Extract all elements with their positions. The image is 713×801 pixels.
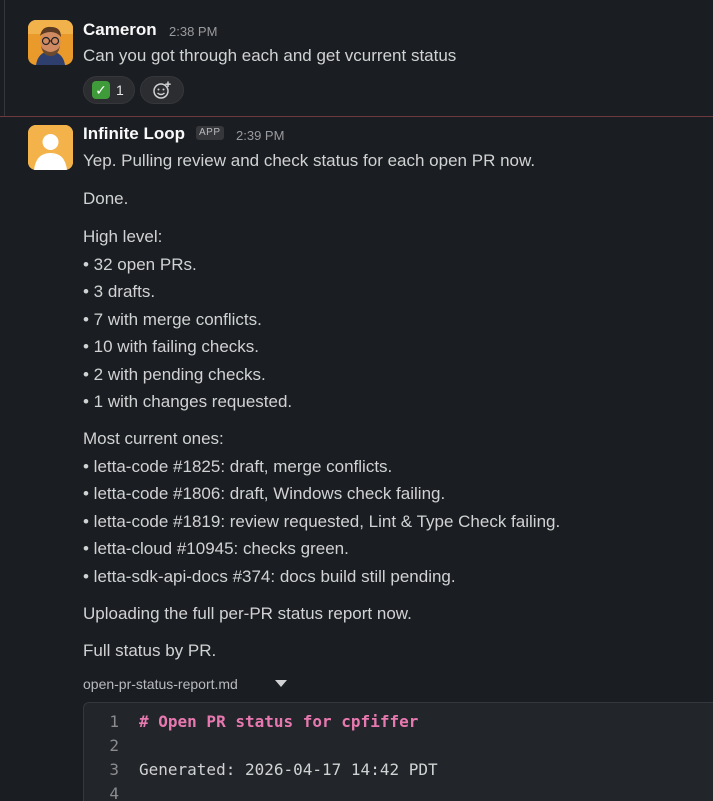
- bullet-item: • 3 drafts.: [83, 282, 156, 301]
- code-text: Generated: 2026-04-17 14:42 PDT: [139, 760, 438, 779]
- code-line: 4: [84, 782, 713, 801]
- bullet-item: • letta-sdk-api-docs #374: docs build st…: [83, 567, 456, 586]
- bullet-item: • letta-code #1819: review requested, Li…: [83, 512, 561, 531]
- app-badge: APP: [196, 126, 224, 140]
- file-name-link[interactable]: open-pr-status-report.md: [83, 676, 238, 692]
- bullet-item: • 2 with pending checks.: [83, 365, 266, 384]
- line-number: 2: [109, 736, 119, 755]
- default-user-icon: [28, 125, 73, 170]
- bullet-item: • 10 with failing checks.: [83, 337, 260, 356]
- line-number: 3: [109, 760, 119, 779]
- code-line: 1 # Open PR status for cpfiffer: [84, 710, 713, 734]
- author-name[interactable]: Infinite Loop: [83, 124, 185, 144]
- message-line: Done.: [83, 189, 129, 208]
- message-line: Most current ones:: [83, 429, 224, 448]
- code-text: # Open PR status for cpfiffer: [139, 712, 419, 731]
- code-snippet[interactable]: 1 # Open PR status for cpfiffer 2 3 Gene…: [83, 702, 713, 801]
- caret-down-icon[interactable]: [275, 680, 287, 687]
- bullet-item: • 32 open PRs.: [83, 255, 197, 274]
- bot-avatar[interactable]: [28, 125, 73, 170]
- slack-thread: Cameron 2:38 PM Can you got through each…: [0, 0, 713, 801]
- code-line: 3 Generated: 2026-04-17 14:42 PDT: [84, 758, 713, 782]
- message-line: Full status by PR.: [83, 641, 217, 660]
- bullet-item: • 1 with changes requested.: [83, 392, 293, 411]
- message-line: Yep. Pulling review and check status for…: [83, 151, 536, 170]
- message-line: High level:: [83, 227, 163, 246]
- bullet-item: • 7 with merge conflicts.: [83, 310, 262, 329]
- message-line: Uploading the full per-PR status report …: [83, 604, 412, 623]
- bullet-item: • letta-code #1806: draft, Windows check…: [83, 484, 446, 503]
- line-number: 1: [109, 712, 119, 731]
- bullet-item: • letta-cloud #10945: checks green.: [83, 539, 349, 558]
- line-number: 4: [109, 784, 119, 801]
- message-timestamp[interactable]: 2:39 PM: [236, 128, 284, 143]
- code-line: 2: [84, 734, 713, 758]
- message-infinite-loop: Infinite Loop APP 2:39 PM Yep. Pulling r…: [0, 0, 713, 801]
- bullet-item: • letta-code #1825: draft, merge conflic…: [83, 457, 393, 476]
